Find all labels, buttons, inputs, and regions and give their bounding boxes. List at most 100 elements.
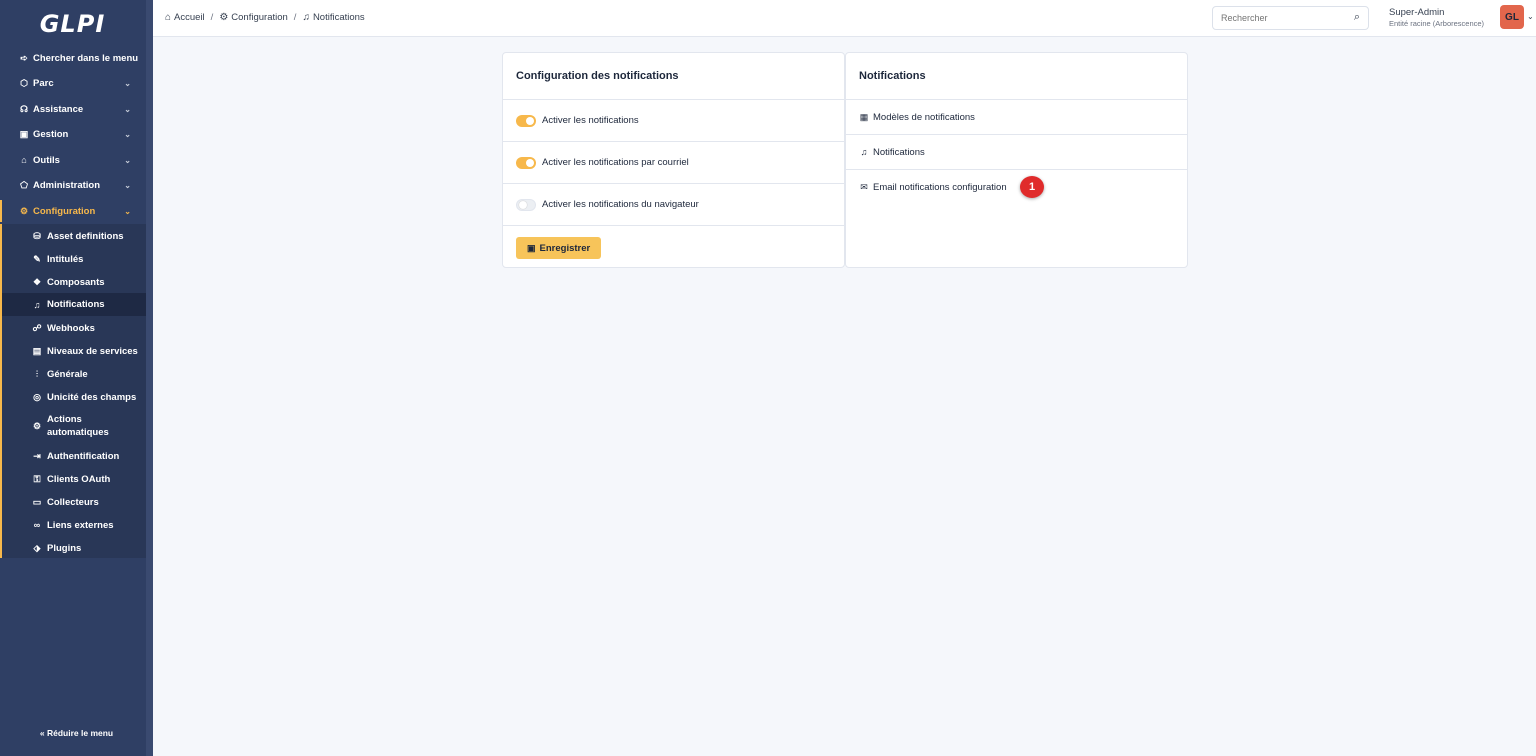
double-chevron-left-icon: « [39,728,45,738]
toggle-label: Activer les notifications par courriel [542,157,689,168]
user-menu[interactable]: Super-Admin Entité racine (Arborescence) [1389,7,1484,28]
save-area: ▣ Enregistrer [503,226,844,270]
save-button[interactable]: ▣ Enregistrer [516,237,602,259]
menu-item-configuration[interactable]: ⚙ Configuration ⌄ [0,200,145,222]
avatar[interactable]: GL [1500,5,1524,29]
components-icon: ❖ [32,276,42,287]
sliders-icon: ⫶ [35,368,39,379]
glpi-logo[interactable]: GLPI [0,0,153,48]
bell-icon: ♫ [33,299,41,310]
notifications-links-card: Notifications ▦ Modèles de notifications… [845,52,1188,268]
menu-item-parc[interactable]: ⬡ Parc ⌄ [0,72,145,94]
breadcrumb-configuration[interactable]: Configuration [231,12,288,23]
sidebar-item-actions-automatiques[interactable]: ⚙ Actions automatiques [2,411,146,441]
sidebar-item-notifications[interactable]: ♫ Notifications [2,293,146,316]
user-entity: Entité racine (Arborescence) [1389,19,1485,28]
webhook-icon: ☍ [32,322,42,333]
menu-item-label: Parc [33,77,54,89]
menu-item-label: Assistance [33,103,84,115]
link-label: Modèles de notifications [873,111,975,123]
menu-item-outils[interactable]: ⌂ Outils ⌄ [0,149,145,171]
bell-icon: ♫ [860,147,868,157]
sidebar-item-webhooks[interactable]: ☍ Webhooks [2,318,146,338]
sidebar-item-plugins[interactable]: ⬗ Plugins [2,538,146,558]
link-notification-templates[interactable]: ▦ Modèles de notifications [846,100,1187,135]
sidebar-item-label: Notifications [47,299,105,310]
search-icon[interactable]: ⌕ [1354,11,1360,24]
menu-item-label: Administration [33,179,101,191]
clipboard-icon: ▤ [32,345,42,356]
sidebar-item-unicite-des-champs[interactable]: ◎ Unicité des champs [2,387,146,407]
breadcrumb-notifications[interactable]: Notifications [313,12,365,23]
headset-icon: ☊ [20,103,28,114]
menu-search[interactable]: ➪ Chercher dans le menu [0,47,145,69]
box-icon: ⬡ [20,77,28,88]
menu-item-administration[interactable]: ⬠ Administration ⌄ [0,174,145,196]
wallet-icon: ▣ [19,128,29,139]
search-input[interactable] [1221,13,1341,23]
mail-icon: ✉ [860,182,868,192]
gear-icon: ⚙ [219,12,229,23]
link-email-notifications-configuration[interactable]: ✉ Email notifications configuration [846,170,1187,205]
menu-item-assistance[interactable]: ☊ Assistance ⌄ [0,98,145,120]
sidebar-item-authentification[interactable]: ⇥ Authentification [2,446,146,466]
settings-automation-icon: ⚙ [32,420,42,431]
puzzle-icon: ⬗ [33,542,41,553]
database-icon: ⛁ [33,230,41,241]
key-icon: ⚿ [33,473,41,484]
chevron-up-icon: ⌄ [124,206,131,216]
menu-item-label: Gestion [33,128,69,140]
enable-notifications-toggle[interactable] [516,114,536,127]
menu-item-gestion[interactable]: ▣ Gestion ⌄ [0,123,145,145]
sidebar-scrollbar[interactable] [146,0,153,756]
sidebar-item-label: Clients OAuth [47,473,111,485]
sidebar-item-label: Asset definitions [47,230,124,242]
shield-icon: ⬠ [20,179,28,190]
chevron-down-icon: ⌄ [124,104,131,114]
toggle-row-notifications: Activer les notifications [503,100,844,142]
sidebar-item-asset-definitions[interactable]: ⛁ Asset definitions [2,226,146,246]
sidebar-item-label: Liens externes [47,519,114,531]
sidebar-item-intitules[interactable]: ✎ Intitulés [2,249,146,269]
notifications-config-card: Configuration des notifications Activer … [502,52,845,268]
chevron-down-icon: ⌄ [124,155,131,165]
inbox-icon: ▭ [32,496,42,507]
configuration-submenu: ⛁ Asset definitions ✎ Intitulés ❖ Compos… [0,224,146,558]
sidebar-item-label: Unicité des champs [47,391,137,403]
breadcrumb-separator: / [293,12,297,23]
toggle-row-email: Activer les notifications par courriel [503,142,844,184]
chevron-down-icon: ⌄ [124,129,131,139]
floppy-disk-icon: ▣ [527,242,536,253]
chevron-down-icon[interactable]: ⌄ [1527,12,1534,21]
enable-email-notifications-toggle[interactable] [516,156,536,169]
collapse-menu-button[interactable]: « Réduire le menu [0,728,153,738]
sidebar-item-composants[interactable]: ❖ Composants [2,272,146,292]
save-button-label: Enregistrer [539,242,591,254]
fingerprint-icon: ◎ [33,391,41,402]
sidebar: GLPI ➪ Chercher dans le menu ⬡ Parc ⌄ ☊ … [0,0,153,756]
bell-icon: ♫ [302,12,310,23]
user-name: Super-Admin [1389,7,1445,18]
enable-browser-notifications-toggle[interactable] [516,198,536,211]
chevron-down-icon: ⌄ [124,180,131,190]
collapse-menu-label: Réduire le menu [46,728,114,738]
toggle-label: Activer les notifications du navigateur [542,199,699,210]
sidebar-item-label: Plugins [47,542,82,554]
sidebar-item-label: Composants [47,276,105,288]
menu-item-label: Configuration [33,205,96,217]
sidebar-item-generale[interactable]: ⫶ Générale [2,364,146,384]
template-icon: ▦ [859,111,869,122]
sidebar-item-collecteurs[interactable]: ▭ Collecteurs [2,492,146,512]
sidebar-item-liens-externes[interactable]: ∞ Liens externes [2,515,146,535]
edit-icon: ✎ [33,253,41,264]
sidebar-item-niveaux-de-services[interactable]: ▤ Niveaux de services [2,341,146,361]
breadcrumb-home[interactable]: Accueil [174,12,205,23]
login-icon: ⇥ [33,450,41,461]
menu-item-label: Outils [33,154,60,166]
toggle-label: Activer les notifications [542,115,639,126]
sidebar-item-label: Collecteurs [47,496,99,508]
sidebar-item-label: Webhooks [47,322,95,334]
link-notifications[interactable]: ♫ Notifications [846,135,1187,170]
sidebar-item-label: Intitulés [47,253,84,265]
sidebar-item-clients-oauth[interactable]: ⚿ Clients OAuth [2,469,146,489]
